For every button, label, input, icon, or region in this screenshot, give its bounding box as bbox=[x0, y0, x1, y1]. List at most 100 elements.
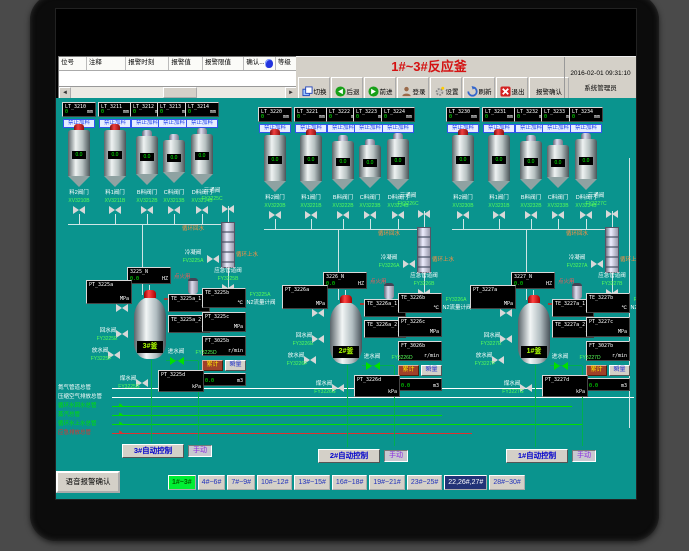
instrument-tag: TE_3226b bbox=[399, 294, 441, 301]
feed-valve[interactable] bbox=[141, 206, 153, 214]
pipe-segment bbox=[79, 214, 80, 224]
instrument-row: MPa bbox=[285, 301, 325, 307]
top-black-strip bbox=[56, 9, 636, 56]
auto-control-button[interactable]: 1#自动控制 bbox=[506, 449, 568, 463]
instrument-unit: mm bbox=[471, 114, 477, 120]
instant-button[interactable]: 瞬量 bbox=[609, 365, 630, 376]
button-label: 后退 bbox=[347, 86, 360, 96]
button-label: 刷新 bbox=[479, 86, 492, 96]
feed-valve[interactable] bbox=[552, 211, 564, 219]
condense-valve[interactable] bbox=[591, 260, 603, 268]
auto-control-button[interactable]: 2#自动控制 bbox=[318, 449, 380, 463]
feed-valve[interactable] bbox=[168, 206, 180, 214]
pipe-segment bbox=[499, 219, 500, 229]
feed-valve[interactable] bbox=[305, 211, 317, 219]
water-valve-tag: FY3227E bbox=[474, 341, 508, 348]
page-button-4-6[interactable]: 4#~6# bbox=[198, 475, 226, 490]
tank-cone bbox=[264, 181, 286, 192]
exit-icon bbox=[500, 86, 511, 97]
instrument-value: 0 bbox=[329, 114, 332, 120]
tank-cone bbox=[104, 176, 126, 187]
alarm-col-level[interactable]: 等级 bbox=[276, 57, 297, 70]
alarm-col-tag[interactable]: 位号 bbox=[59, 57, 87, 70]
instrument-row: MPa bbox=[401, 329, 439, 335]
page-button-28-30[interactable]: 28#~30# bbox=[489, 475, 524, 490]
inlet-valve[interactable] bbox=[554, 362, 568, 371]
instrument-value: 0.0 bbox=[589, 383, 598, 389]
voice-alarm-ack-button[interactable]: 语音报警确认 bbox=[56, 471, 120, 493]
button-label: 设置 bbox=[446, 86, 459, 96]
page-button-16-18[interactable]: 16#~18# bbox=[332, 475, 367, 490]
pipe-segment bbox=[142, 225, 143, 295]
auto-control-button[interactable]: 3#自动控制 bbox=[122, 444, 184, 458]
three-way-valve-tag: FY3226C bbox=[390, 201, 426, 208]
page-button-13-15[interactable]: 13#~15# bbox=[294, 475, 329, 490]
totalizer-button[interactable]: 累计 bbox=[202, 360, 223, 371]
feed-valve[interactable] bbox=[73, 206, 85, 214]
page-button-19-21[interactable]: 19#~21# bbox=[369, 475, 404, 490]
pipe-segment bbox=[147, 214, 148, 224]
page-button-10-12[interactable]: 10#~12# bbox=[257, 475, 292, 490]
feed-valve[interactable] bbox=[580, 211, 592, 219]
level-indicator-box: LT_32140mm bbox=[185, 102, 219, 117]
instrument-row: 0mm bbox=[572, 114, 600, 120]
circ-return-label: 循环回水 bbox=[566, 231, 604, 238]
feed-valve[interactable] bbox=[269, 211, 281, 219]
alarm-col-value[interactable]: 报警值 bbox=[169, 57, 203, 70]
tank-cone bbox=[332, 179, 354, 190]
feed-valve[interactable] bbox=[525, 211, 537, 219]
alarm-col-time[interactable]: 报警时刻 bbox=[126, 57, 169, 70]
feed-tank: 0.0 bbox=[332, 141, 354, 190]
reactor-label: 1#釜 bbox=[521, 346, 547, 358]
feed-valve[interactable] bbox=[493, 211, 505, 219]
instrument-row: 0mm bbox=[544, 114, 572, 120]
instant-button[interactable]: 瞬量 bbox=[225, 360, 246, 371]
feed-valve[interactable] bbox=[196, 206, 208, 214]
stir-valve[interactable] bbox=[500, 309, 512, 317]
tank-level-display: 0.0 bbox=[304, 156, 318, 164]
totalizer-button[interactable]: 累计 bbox=[398, 365, 419, 376]
totalizer-button[interactable]: 累计 bbox=[586, 365, 607, 376]
instrument-value: 0 bbox=[384, 114, 387, 120]
alarm-col-limit[interactable]: 报警限值 bbox=[203, 57, 244, 70]
page-button-23-25[interactable]: 23#~25# bbox=[407, 475, 442, 490]
instrument-tag: PT_3227c bbox=[587, 318, 629, 325]
stir-valve[interactable] bbox=[116, 304, 128, 312]
condense-valve[interactable] bbox=[403, 260, 415, 268]
page-button-1-3[interactable]: 1#~3# bbox=[168, 475, 196, 490]
feed-valve[interactable] bbox=[457, 211, 469, 219]
three-way-valve[interactable] bbox=[222, 205, 234, 213]
pressure-indicator: PT_3225dkPa bbox=[158, 370, 204, 392]
inlet-valve[interactable] bbox=[170, 357, 184, 366]
instrument-unit: r/min bbox=[424, 353, 439, 359]
three-way-valve[interactable] bbox=[606, 210, 618, 218]
feed-valve-label: 料1阀门 bbox=[97, 190, 133, 197]
inlet-valve[interactable] bbox=[366, 362, 380, 371]
instrument-unit: m3 bbox=[237, 378, 243, 384]
button-label: 前进 bbox=[380, 86, 393, 96]
inlet-valve-tag: FY3227D bbox=[572, 355, 608, 362]
instrument-unit: ℃ bbox=[621, 305, 627, 311]
instrument-row: 0.0m3 bbox=[205, 378, 243, 384]
feed-valve[interactable] bbox=[392, 211, 404, 219]
three-way-valve[interactable] bbox=[418, 210, 430, 218]
instrument-row: 0mm bbox=[449, 114, 477, 120]
stir-valve[interactable] bbox=[312, 309, 324, 317]
feed-valve[interactable] bbox=[364, 211, 376, 219]
feed-tank: 0.0 bbox=[575, 139, 597, 190]
alarm-col-comment[interactable]: 注释 bbox=[87, 57, 126, 70]
feed-tank: 0.0 bbox=[520, 141, 542, 190]
page-button-22-26-27[interactable]: 22,26#,27# bbox=[444, 475, 487, 490]
forward-icon bbox=[368, 86, 379, 97]
water-valve-tag: FY3225G bbox=[112, 384, 146, 391]
tank-level-display: 0.0 bbox=[72, 151, 86, 159]
condense-valve[interactable] bbox=[207, 255, 219, 263]
feed-valve[interactable] bbox=[109, 206, 121, 214]
feed-valve[interactable] bbox=[337, 211, 349, 219]
page-button-7-9[interactable]: 7#~9# bbox=[227, 475, 255, 490]
instrument-unit: MPa bbox=[618, 329, 627, 335]
scrollbar-thumb[interactable] bbox=[163, 87, 197, 98]
instant-button[interactable]: 瞬量 bbox=[421, 365, 442, 376]
instrument-tag: FT_3025b bbox=[203, 337, 245, 344]
instrument-value: 0 bbox=[485, 114, 488, 120]
